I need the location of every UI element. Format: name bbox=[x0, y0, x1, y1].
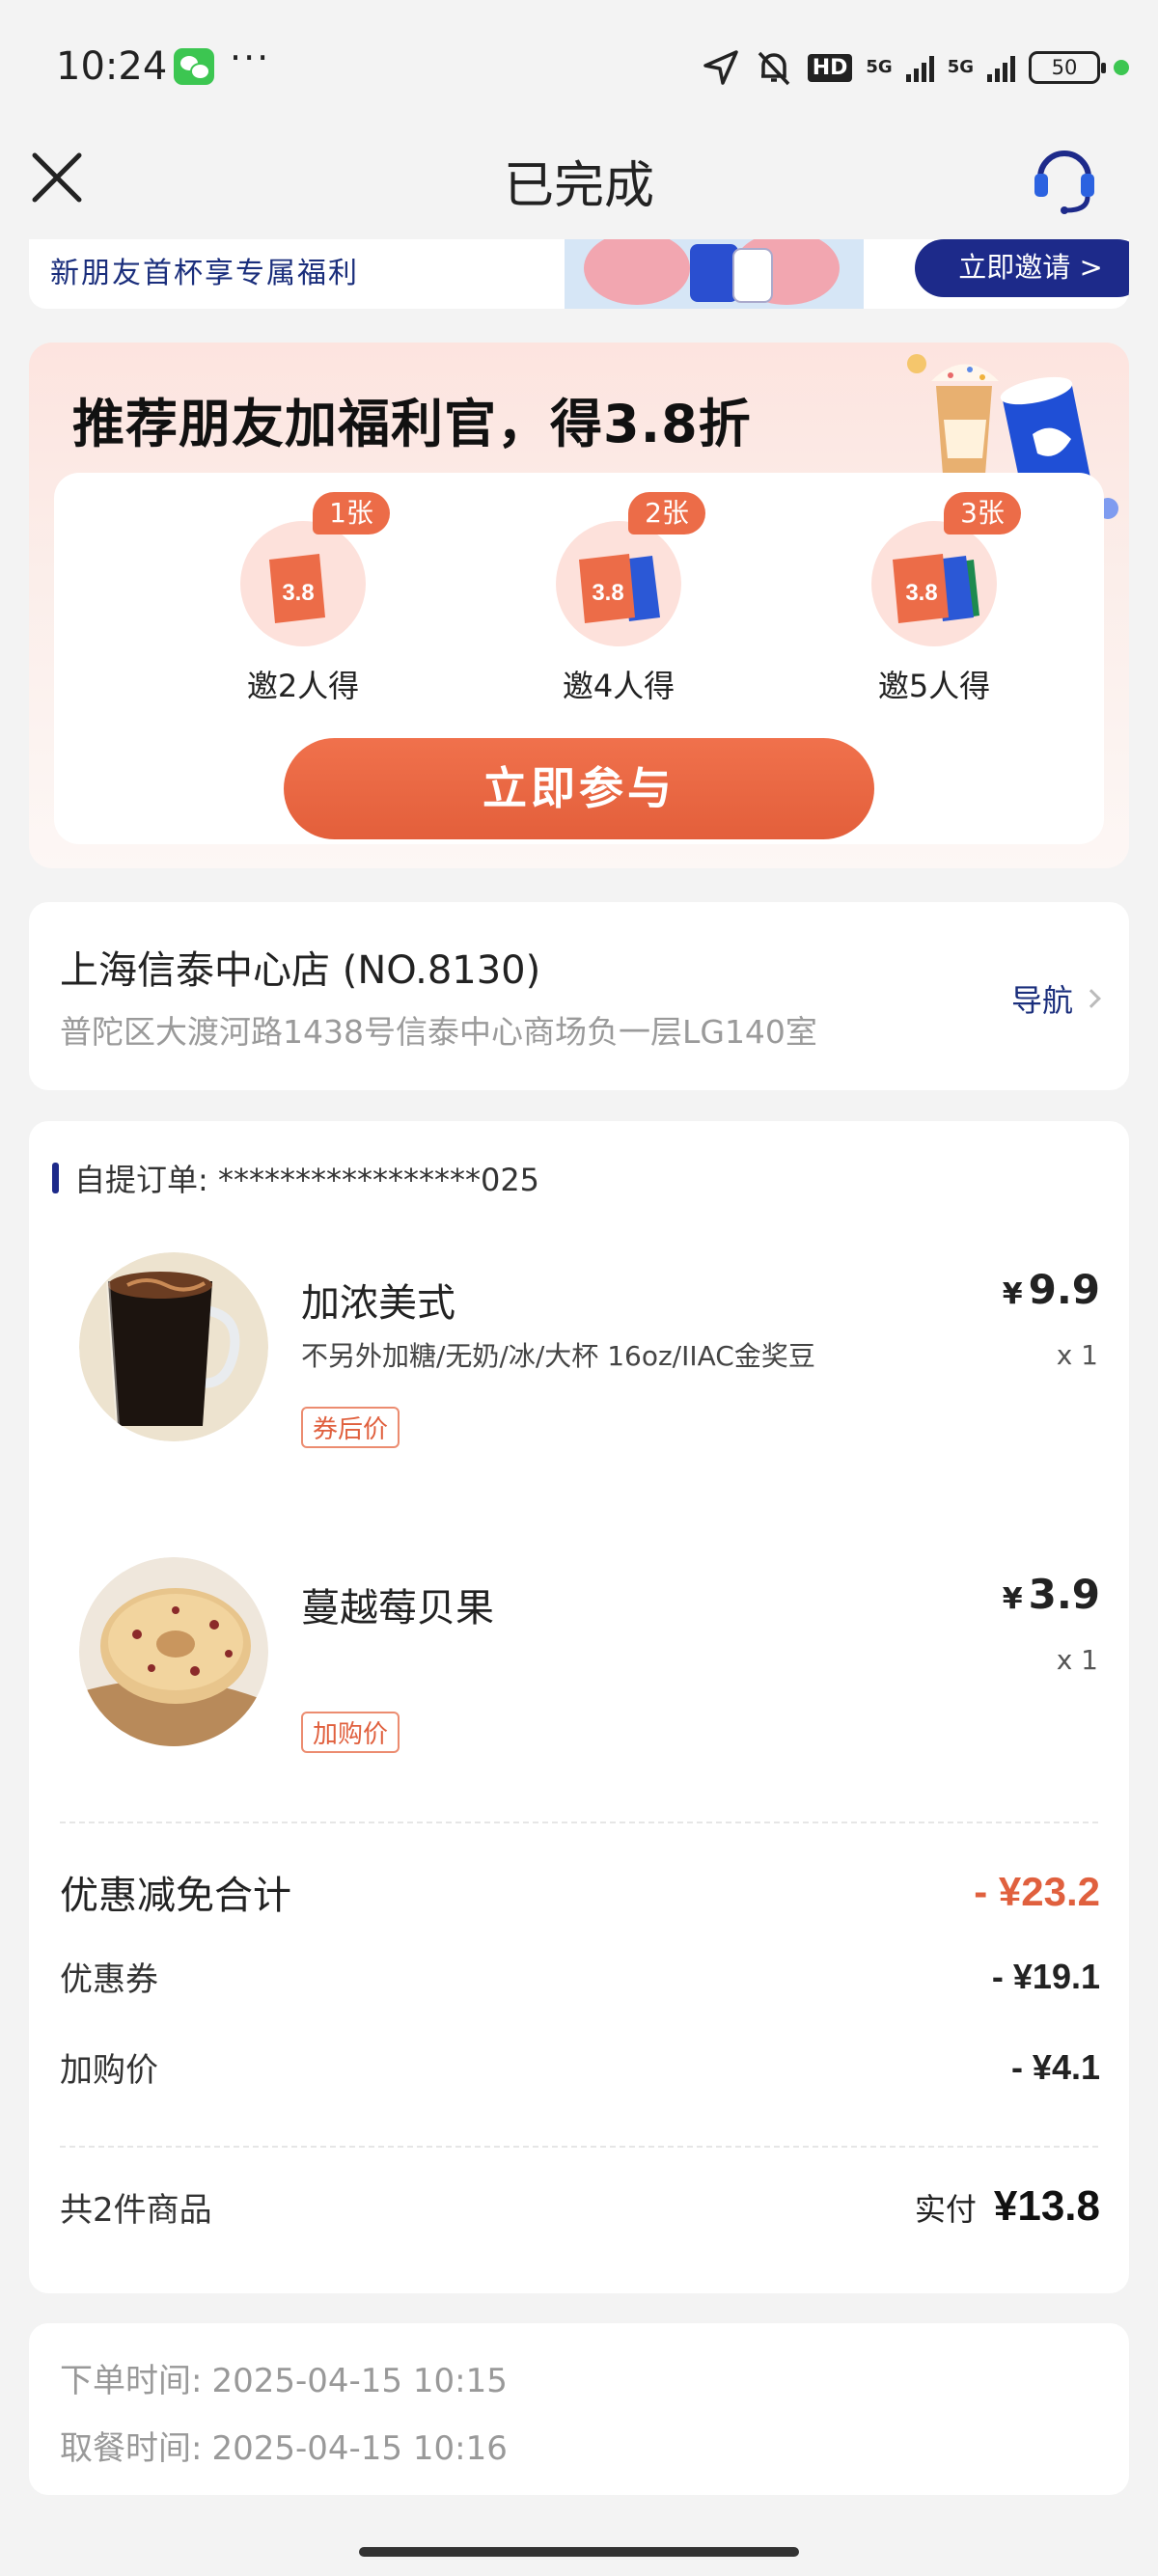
chevron-right-icon bbox=[1082, 989, 1101, 1008]
invite-banner[interactable]: 新朋友首杯享专属福利 立即邀请 > bbox=[29, 239, 1129, 309]
invite-now-button[interactable]: 立即邀请 > bbox=[915, 239, 1129, 297]
tier-item: 3.8 2张 邀4人得 bbox=[522, 492, 715, 706]
referral-title: 推荐朋友加福利官，得3.8折 bbox=[72, 394, 752, 454]
store-name: 上海信泰中心店 (NO.8130) bbox=[60, 948, 541, 993]
headset-icon[interactable] bbox=[1031, 139, 1098, 216]
network-label-2: 5G bbox=[947, 57, 974, 77]
home-indicator[interactable] bbox=[359, 2547, 799, 2557]
item-price-value: 3.9 bbox=[1028, 1571, 1100, 1618]
tier-label: 邀2人得 bbox=[246, 668, 360, 704]
paid-amount: ¥13.8 bbox=[993, 2182, 1100, 2230]
addon-row: 加购价 - ¥4.1 bbox=[60, 2043, 1100, 2091]
wechat-icon bbox=[174, 48, 214, 85]
currency-symbol: ¥ bbox=[1002, 1582, 1023, 1616]
addon-label: 加购价 bbox=[60, 2051, 158, 2090]
item-count-label: 共2件商品 bbox=[60, 2190, 212, 2230]
item-name: 加浓美式 bbox=[301, 1281, 455, 1326]
price-tag: 加购价 bbox=[301, 1712, 400, 1753]
store-address: 普陀区大渡河路1438号信泰中心商场负一层LG140室 bbox=[60, 1013, 817, 1051]
coupon-icon: 3.8 bbox=[871, 521, 997, 646]
banner-illustration bbox=[565, 239, 864, 309]
tier-badge: 2张 bbox=[628, 492, 705, 534]
location-icon bbox=[703, 50, 738, 85]
tier-badge: 1张 bbox=[313, 492, 390, 534]
status-time: 10:24 bbox=[56, 44, 168, 89]
addon-value: - ¥4.1 bbox=[1010, 2046, 1100, 2087]
page-title: 已完成 bbox=[503, 157, 654, 215]
order-time-row: 下单时间: 2025-04-15 10:15 bbox=[60, 2354, 508, 2401]
order-times-card: 下单时间: 2025-04-15 10:15 取餐时间: 2025-04-15 10… bbox=[29, 2323, 1129, 2495]
status-icons: HD 5G 5G 50 bbox=[702, 46, 1129, 89]
item-price: ¥9.9 bbox=[1003, 1266, 1100, 1313]
coupon-icon: 3.8 bbox=[240, 521, 366, 646]
pickup-time-row: 取餐时间: 2025-04-15 10:16 bbox=[60, 2422, 508, 2469]
item-price-value: 9.9 bbox=[1028, 1266, 1100, 1313]
discount-total-value: - ¥23.2 bbox=[974, 1869, 1100, 1914]
pickup-time-value: 2025-04-15 10:16 bbox=[211, 2429, 508, 2468]
indicator-dot bbox=[1114, 60, 1129, 75]
currency-symbol: ¥ bbox=[1002, 1277, 1023, 1311]
bagel-image bbox=[79, 1557, 268, 1746]
item-name: 蔓越莓贝果 bbox=[301, 1586, 494, 1631]
status-bar: 10:24 ··· HD 5G 5G 50 bbox=[0, 0, 1158, 125]
signal-icon-2 bbox=[987, 53, 1015, 82]
navigate-button[interactable]: 导航 bbox=[1010, 976, 1101, 1021]
coupon-label: 优惠券 bbox=[60, 1960, 158, 1999]
order-item: 蔓越莓贝果 加购价 ¥3.9 x 1 bbox=[29, 1557, 1129, 1779]
item-quantity: x 1 bbox=[1056, 1339, 1098, 1371]
nav-bar: 已完成 bbox=[0, 125, 1158, 232]
coupon-value: 3.8 bbox=[592, 580, 623, 606]
more-dots: ··· bbox=[230, 37, 271, 79]
navigate-label: 导航 bbox=[1010, 982, 1073, 1019]
coupon-icon: 3.8 bbox=[556, 521, 681, 646]
pickup-time-label: 取餐时间: bbox=[60, 2429, 203, 2468]
referral-card: 推荐朋友加福利官，得3.8折 3.8 1张 邀2人得 3.8 2张 邀4人得 3… bbox=[29, 343, 1129, 868]
divider bbox=[60, 1822, 1098, 1823]
discount-total-row: 优惠减免合计 - ¥23.2 bbox=[60, 1864, 1100, 1920]
invite-banner-text: 新朋友首杯享专属福利 bbox=[50, 257, 359, 290]
order-id: 自提订单: *****************025 bbox=[52, 1156, 539, 1200]
tier-badge: 3张 bbox=[944, 492, 1021, 534]
store-card: 上海信泰中心店 (NO.8130) 普陀区大渡河路1438号信泰中心商场负一层L… bbox=[29, 902, 1129, 1090]
order-id-label: 自提订单: *****************025 bbox=[74, 1162, 540, 1198]
order-item: 加浓美式 不另外加糖/无奶/冰/大杯 16oz/IIAC金奖豆 券后价 ¥9.9… bbox=[29, 1252, 1129, 1474]
paid-label: 实付 bbox=[914, 2191, 977, 2228]
coupon-value: - ¥19.1 bbox=[991, 1956, 1100, 1996]
signal-icon-1 bbox=[905, 53, 934, 82]
battery-icon: 50 bbox=[1029, 51, 1106, 84]
americano-image bbox=[79, 1252, 268, 1441]
item-quantity: x 1 bbox=[1056, 1644, 1098, 1676]
mute-icon bbox=[758, 51, 789, 86]
item-spec: 不另外加糖/无奶/冰/大杯 16oz/IIAC金奖豆 bbox=[301, 1340, 815, 1372]
price-tag: 券后价 bbox=[301, 1407, 400, 1448]
coupon-row: 优惠券 - ¥19.1 bbox=[60, 1953, 1100, 2000]
accent-bar bbox=[52, 1163, 59, 1193]
join-now-button[interactable]: 立即参与 bbox=[284, 738, 874, 839]
divider bbox=[60, 2146, 1098, 2148]
paid-total: 实付 ¥13.8 bbox=[915, 2182, 1100, 2231]
total-row: 共2件商品 实付 ¥13.8 bbox=[60, 2182, 1100, 2231]
tier-item: 3.8 1张 邀2人得 bbox=[207, 492, 400, 706]
order-card: 自提订单: *****************025 加浓美式 不另外加糖/无奶… bbox=[29, 1121, 1129, 2293]
network-label-1: 5G bbox=[866, 57, 893, 77]
hd-badge: HD bbox=[807, 53, 853, 82]
tier-label: 邀5人得 bbox=[877, 668, 991, 704]
coupon-value: 3.8 bbox=[282, 580, 314, 606]
order-time-label: 下单时间: bbox=[60, 2362, 203, 2400]
coupon-value: 3.8 bbox=[905, 580, 937, 606]
order-time-value: 2025-04-15 10:15 bbox=[211, 2362, 508, 2400]
item-price: ¥3.9 bbox=[1003, 1571, 1100, 1618]
discount-total-label: 优惠减免合计 bbox=[60, 1874, 291, 1918]
tier-item: 3.8 3张 邀5人得 bbox=[838, 492, 1031, 706]
tier-label: 邀4人得 bbox=[562, 668, 676, 704]
